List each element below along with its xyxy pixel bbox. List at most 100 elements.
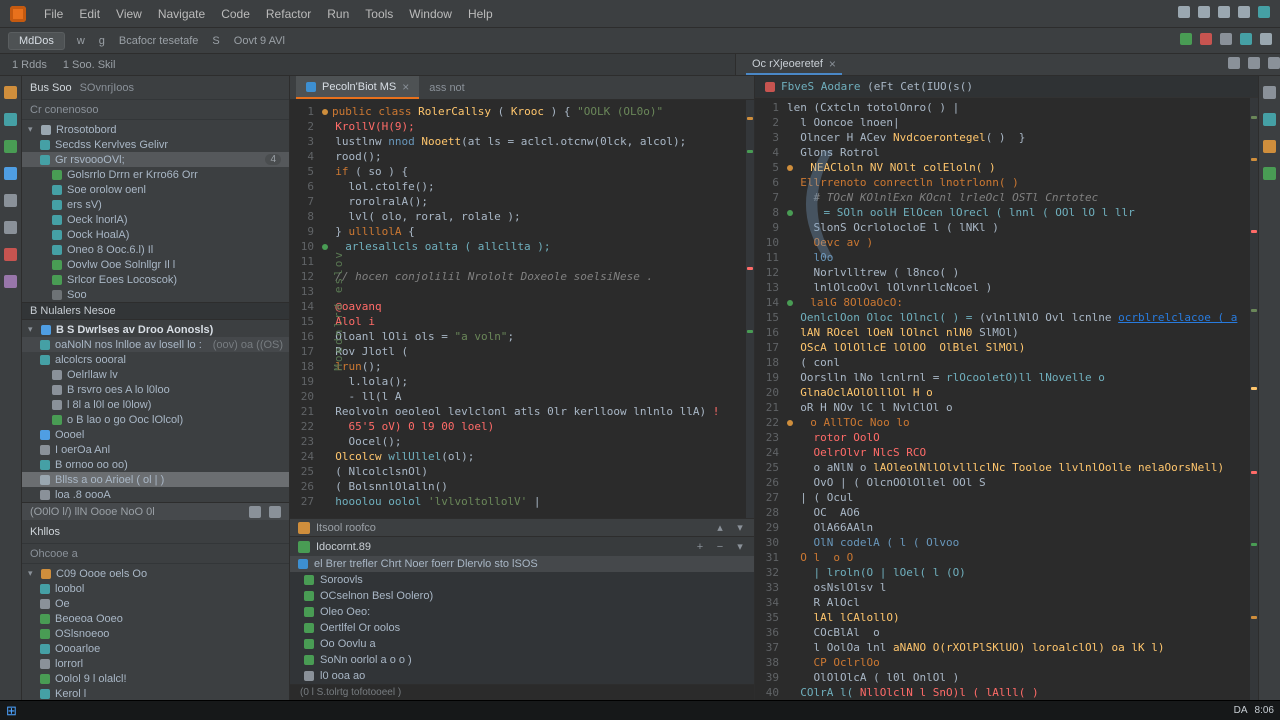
chevron-icon[interactable]: ▾: [28, 324, 36, 335]
add-icon[interactable]: +: [694, 541, 706, 553]
todo-list[interactable]: el Brer trefler Chrt Noer foerr Dlervlo …: [290, 556, 754, 684]
settings-icon[interactable]: [1198, 6, 1210, 18]
tree-item[interactable]: B ornoo oo oo): [22, 457, 289, 472]
collapse-down-icon[interactable]: ▾: [734, 522, 746, 534]
gutter-mark-icon[interactable]: [787, 165, 793, 171]
menu-item[interactable]: Help: [460, 4, 501, 24]
tree-item[interactable]: I oerOa Anl: [22, 442, 289, 457]
check-icon[interactable]: [304, 655, 314, 665]
commit-tool-icon[interactable]: [4, 140, 17, 153]
tree-item[interactable]: ▾C09 Oooe oels Oo: [22, 566, 289, 581]
menu-item[interactable]: Edit: [71, 4, 108, 24]
tree-item[interactable]: ▾Rrosotobord: [22, 122, 289, 137]
watchers-tree[interactable]: ▾B S Dwrlses av Droo Aonosls)oaNolN nos …: [22, 320, 289, 502]
check-icon[interactable]: [304, 575, 314, 585]
project-tree[interactable]: ▾RrosotobordSecdss Kervlves GelivrGr rsv…: [22, 120, 289, 302]
tree-item[interactable]: Kerol l: [22, 686, 289, 700]
structure-tool-icon[interactable]: [4, 113, 17, 126]
tree-item[interactable]: Oooarloe: [22, 641, 289, 656]
menu-item[interactable]: View: [108, 4, 150, 24]
gutter-mark-icon[interactable]: [787, 300, 793, 306]
notifications-tool-icon[interactable]: [1263, 86, 1276, 99]
tree-item[interactable]: Oelrllaw lv: [22, 367, 289, 382]
tree-item[interactable]: l 8l a l0l oe l0low): [22, 397, 289, 412]
todo-item[interactable]: SoNn oorlol a o o ): [290, 652, 754, 668]
tree-item[interactable]: oaNolN nos lnlloe av losell lo :(oov) oa…: [22, 337, 289, 352]
menu-item[interactable]: Run: [319, 4, 357, 24]
todo-item[interactable]: Oleo Oeo:: [290, 604, 754, 620]
center-editor-scrollbar[interactable]: [746, 100, 754, 518]
menu-item[interactable]: Refactor: [258, 4, 319, 24]
tree-item[interactable]: o B lao o go Ooc lOlcol): [22, 412, 289, 427]
tree-item[interactable]: Golsrrlo Drrn er Krro66 Orr: [22, 167, 289, 182]
close-panel-icon[interactable]: [269, 506, 281, 518]
project-toolbar[interactable]: Cr conenosoo: [22, 100, 289, 120]
tree-item[interactable]: loa .8 oooA: [22, 487, 289, 502]
pull-requests-tool-icon[interactable]: [4, 167, 17, 180]
tree-item[interactable]: Oooel: [22, 427, 289, 442]
tree-item[interactable]: alcolcrs oooral: [22, 352, 289, 367]
menu-item[interactable]: File: [36, 4, 71, 24]
tree-item[interactable]: Soe orolow oenl: [22, 182, 289, 197]
todo-item[interactable]: l0 ooa ao: [290, 668, 754, 684]
tree-item[interactable]: Bllss a oo Arioel ( ol | ): [22, 472, 289, 487]
check-icon[interactable]: [304, 671, 314, 681]
language-indicator[interactable]: DA: [1234, 705, 1248, 716]
tree-item[interactable]: Oovlw Ooe Solnllgr Il l: [22, 257, 289, 272]
services-tool-icon[interactable]: [4, 275, 17, 288]
split-icon[interactable]: [1228, 57, 1240, 69]
collapse-up-icon[interactable]: ▴: [714, 522, 726, 534]
run-config-item[interactable]: 1 Rdds: [12, 59, 47, 71]
khlos-tree[interactable]: ▾C09 Oooe oels OoloobolOeBeoeoa OoeoOSls…: [22, 564, 289, 700]
layout-icon[interactable]: [1218, 6, 1230, 18]
right-editor-scrollbar[interactable]: [1250, 98, 1258, 700]
search-icon[interactable]: [1260, 33, 1272, 45]
gutter-mark-icon[interactable]: [322, 109, 328, 115]
tree-item[interactable]: lorrorl: [22, 656, 289, 671]
right-editor-tab[interactable]: Oc rXjeoeretef ×: [746, 54, 842, 75]
tree-item[interactable]: Oeck lnorlA): [22, 212, 289, 227]
breadcrumb-item[interactable]: w: [77, 35, 85, 47]
profile-icon[interactable]: [1258, 6, 1270, 18]
search-everywhere-icon[interactable]: [1178, 6, 1190, 18]
todo-item[interactable]: Oertlfel Or oolos: [290, 620, 754, 636]
git-icon[interactable]: [1240, 33, 1252, 45]
breadcrumb-item[interactable]: Oovt 9 AVl: [234, 35, 285, 47]
right-code-editor[interactable]: ( 1len (Cxtcln totolOnro( ) |2 l Ooncoe …: [755, 98, 1258, 700]
check-icon[interactable]: [304, 639, 314, 649]
todo-item[interactable]: OCselnon Besl Oolero): [290, 588, 754, 604]
tree-item[interactable]: OSlsnoeoo: [22, 626, 289, 641]
run-icon[interactable]: [1180, 33, 1192, 45]
tree-item[interactable]: ers sV): [22, 197, 289, 212]
menu-item[interactable]: Window: [401, 4, 460, 24]
gutter-mark-icon[interactable]: [322, 244, 328, 250]
run-config-item[interactable]: 1 Soo. Skil: [63, 59, 116, 71]
todo-panel-header[interactable]: Idocornt.89 +−▾: [290, 536, 754, 556]
close-tab-icon[interactable]: ×: [829, 57, 836, 71]
start-button[interactable]: ⊞: [6, 703, 17, 719]
center-editor-tab[interactable]: Pecoln'Biot MS ×: [296, 76, 419, 99]
problems-tool-icon[interactable]: [4, 248, 17, 261]
history-icon[interactable]: [1248, 57, 1260, 69]
close-tab-icon[interactable]: ×: [402, 80, 409, 94]
check-icon[interactable]: [304, 591, 314, 601]
menu-item[interactable]: Code: [213, 4, 258, 24]
gutter-mark-icon[interactable]: [787, 210, 793, 216]
gutter-mark-icon[interactable]: [787, 420, 793, 426]
nav-tab[interactable]: MdDos: [8, 32, 65, 50]
tree-item[interactable]: Oneo 8 Ooc.6.l) Il: [22, 242, 289, 257]
maven-tool-icon[interactable]: [1263, 140, 1276, 153]
notifications-icon[interactable]: [1238, 6, 1250, 18]
breadcrumb-item[interactable]: g: [99, 35, 105, 47]
tree-item[interactable]: Beoeoa Ooeo: [22, 611, 289, 626]
breadcrumb-item[interactable]: S: [212, 35, 219, 47]
menu-item[interactable]: Navigate: [150, 4, 213, 24]
menu-item[interactable]: Tools: [357, 4, 401, 24]
collapsed-panel-bar[interactable]: (O0lO l/) llN Oooe NoO 0l: [22, 502, 289, 520]
todo-tool-icon[interactable]: [4, 194, 17, 207]
tree-item[interactable]: ▾B S Dwrlses av Droo Aonosls): [22, 322, 289, 337]
center-code-editor[interactable]: 1public class RolerCallsy ( Krooc ) { "O…: [290, 100, 754, 518]
todo-item[interactable]: Oo Oovlu a: [290, 636, 754, 652]
check-icon[interactable]: [304, 607, 314, 617]
tree-item[interactable]: B rsvro oes A lo l0loo: [22, 382, 289, 397]
